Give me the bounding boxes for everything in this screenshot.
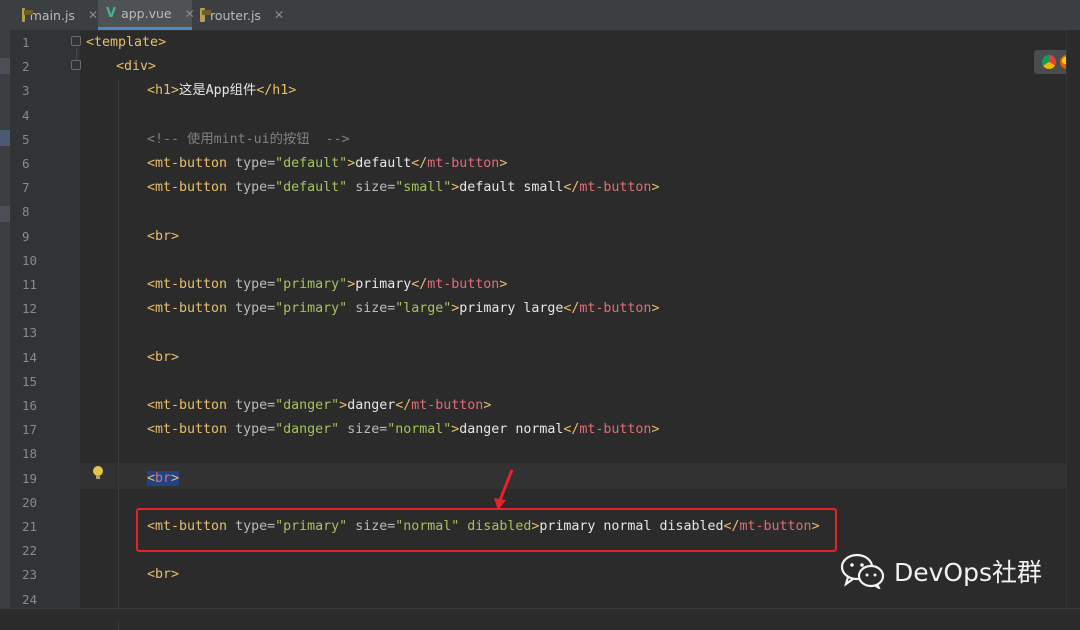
line-number: 23 [22, 567, 38, 582]
tag-name: h1 [155, 83, 172, 98]
line-number: 11 [22, 277, 38, 292]
line-number: 20 [22, 495, 38, 510]
line-number: 22 [22, 543, 38, 558]
code-line-3: <h1>这是App组件</h1> [147, 83, 297, 98]
code-line-12: <mt-button type="primary" size="large">p… [147, 301, 660, 316]
panel-marker [0, 206, 10, 222]
code-line-19: <br> [147, 471, 180, 486]
line-number: 2 [22, 59, 30, 74]
code-line-14: <br> [147, 350, 180, 365]
line-number: 14 [22, 350, 38, 365]
code-line-23: <br> [147, 567, 180, 582]
line-number: 10 [22, 253, 38, 268]
line-number: 13 [22, 325, 38, 340]
panel-marker [0, 58, 10, 74]
wechat-icon [840, 553, 885, 589]
line-number: 18 [22, 446, 38, 461]
tab-main-js[interactable]: main.js ✕ [14, 0, 98, 30]
close-icon[interactable]: ✕ [88, 8, 98, 22]
line-number: 1 [22, 35, 30, 50]
status-bar [0, 608, 1080, 622]
line-number: 9 [22, 229, 30, 244]
editor-scrollbar[interactable] [1066, 30, 1080, 608]
line-number-gutter: 1 2 3 4 5 6 7 8 9 10 11 12 13 14 15 16 1… [10, 30, 80, 621]
line-number: 6 [22, 156, 30, 171]
line-number: 21 [22, 519, 38, 534]
line-number: 16 [22, 398, 38, 413]
indent-guide [118, 80, 119, 630]
line-number: 3 [22, 83, 30, 98]
code-text: 这是App组件 [179, 83, 257, 98]
line-number: 12 [22, 301, 38, 316]
tab-label: app.vue [121, 6, 172, 21]
tag-name: h1 [272, 83, 289, 98]
code-comment: <!-- 使用mint-ui的按钮 --> [147, 132, 350, 147]
tab-router-js[interactable]: router.js ✕ [192, 0, 284, 30]
panel-marker [0, 130, 10, 146]
line-number: 8 [22, 204, 30, 219]
tab-label: router.js [209, 7, 261, 23]
tag-name: template [94, 35, 159, 50]
js-file-icon [22, 8, 33, 22]
code-line-2: <div> [116, 59, 157, 74]
code-line-9: <br> [147, 229, 180, 244]
line-number: 7 [22, 180, 30, 195]
tag-name: div [124, 59, 149, 74]
code-line-7: <mt-button type="default" size="small">d… [147, 180, 660, 195]
close-icon[interactable]: ✕ [274, 8, 284, 22]
code-line-6: <mt-button type="default">default</mt-bu… [147, 156, 508, 171]
code-line-16: <mt-button type="danger">danger</mt-butt… [147, 398, 492, 413]
code-line-1: <template> [86, 35, 167, 50]
line-number: 17 [22, 422, 38, 437]
line-number: 24 [22, 592, 38, 607]
code-line-17: <mt-button type="danger" size="normal">d… [147, 422, 660, 437]
line-number: 19 [22, 471, 38, 486]
vue-file-icon: V [106, 6, 117, 21]
annotation-highlight-box [136, 508, 837, 552]
js-file-icon [200, 8, 211, 22]
line-number: 4 [22, 108, 30, 123]
code-line-11: <mt-button type="primary">primary</mt-bu… [147, 277, 508, 292]
watermark-label: DevOps社群 [894, 558, 1042, 587]
tab-label: main.js [29, 7, 75, 23]
editor-tab-bar: main.js ✕ V app.vue ✕ router.js ✕ [0, 0, 1080, 31]
fold-guide [76, 48, 77, 60]
line-number: 15 [22, 374, 38, 389]
line-number: 5 [22, 132, 30, 147]
watermark: DevOps社群 [840, 553, 1042, 589]
tab-app-vue[interactable]: V app.vue ✕ [98, 0, 195, 30]
chrome-icon[interactable] [1042, 55, 1056, 69]
